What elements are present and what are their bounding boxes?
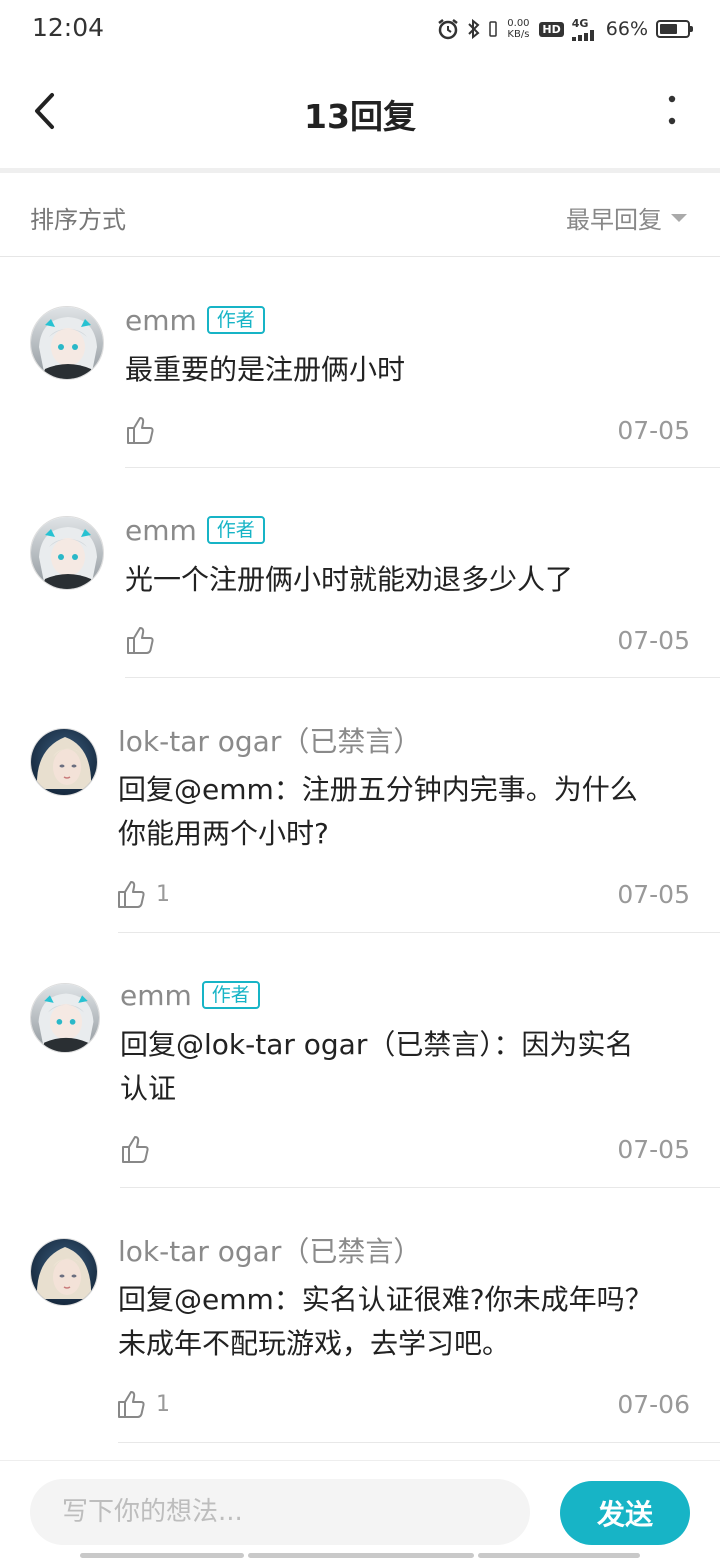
status-icons: 0.00 KB/s HD 4G 66% xyxy=(437,14,693,44)
username[interactable]: emm xyxy=(125,514,197,547)
more-options-button[interactable] xyxy=(662,90,682,130)
reply-body: lok-tar ogar（已禁言） 回复@emm：注册五分钟内完事。为什么 你能… xyxy=(118,720,690,856)
net-speed-value: 0.00 xyxy=(507,18,530,29)
app-header: 13回复 xyxy=(0,60,720,168)
reply-divider xyxy=(118,1442,720,1443)
reply-date: 07-05 xyxy=(617,415,690,445)
sort-dropdown[interactable]: 最早回复 xyxy=(566,200,688,235)
reply-text: 回复@emm：实名认证很难?你未成年吗？ 未成年不配玩游戏，去学习吧。 xyxy=(118,1278,690,1366)
reply-date: 07-06 xyxy=(617,1389,690,1419)
like-button[interactable] xyxy=(125,415,155,445)
reply-body: emm 作者 最重要的是注册俩小时 xyxy=(125,300,690,392)
status-time: 12:04 xyxy=(32,13,105,42)
reply-text-line: 回复@lok-tar ogar（已禁言）：因为实名 xyxy=(120,1028,634,1061)
more-vertical-icon xyxy=(668,95,676,125)
page-title: 13回复 xyxy=(304,97,416,136)
thumbs-up-icon xyxy=(122,1136,149,1163)
reply-date: 07-05 xyxy=(617,879,690,909)
sort-label: 排序方式 xyxy=(30,206,126,234)
thumbs-up-icon xyxy=(127,627,154,654)
reply-body: lok-tar ogar（已禁言） 回复@emm：实名认证很难?你未成年吗？ 未… xyxy=(118,1230,690,1366)
hd-icon: HD xyxy=(539,21,564,37)
reply-text: 回复@lok-tar ogar（已禁言）：因为实名 认证 xyxy=(120,1023,690,1111)
comment-composer: 发送 xyxy=(0,1460,720,1560)
caret-down-icon xyxy=(671,213,687,222)
reply-text-line: 认证 xyxy=(120,1072,177,1105)
like-count: 1 xyxy=(156,881,170,907)
signal-icon: 4G xyxy=(571,16,598,41)
reply-meta: 1 07-06 xyxy=(116,1384,690,1424)
send-button[interactable]: 发送 xyxy=(560,1481,690,1545)
sort-selected-value: 最早回复 xyxy=(566,206,662,234)
reply-meta: 1 07-05 xyxy=(116,874,690,914)
reply-text: 光一个注册俩小时就能劝退多少人了 xyxy=(125,563,574,596)
battery-percent: 66% xyxy=(605,18,648,40)
battery-icon xyxy=(656,20,693,38)
nav-gesture-bar xyxy=(478,1553,640,1558)
avatar[interactable] xyxy=(30,516,104,590)
alarm-icon xyxy=(438,19,459,40)
username[interactable]: lok-tar ogar（已禁言） xyxy=(118,1230,421,1270)
reply-body: emm 作者 光一个注册俩小时就能劝退多少人了 xyxy=(125,510,690,602)
username[interactable]: emm xyxy=(125,304,197,337)
reply-item: emm 作者 最重要的是注册俩小时 07-05 xyxy=(0,258,720,468)
nav-gesture-bar xyxy=(80,1553,244,1558)
like-button[interactable] xyxy=(125,625,155,655)
sort-bar: 排序方式 最早回复 xyxy=(0,173,720,257)
reply-body: emm 作者 回复@lok-tar ogar（已禁言）：因为实名 认证 xyxy=(120,975,690,1111)
comment-input[interactable] xyxy=(30,1479,530,1545)
bluetooth-icon xyxy=(468,18,480,40)
reply-text-line: 回复@emm：注册五分钟内完事。为什么 xyxy=(118,773,638,806)
net-speed-unit: KB/s xyxy=(507,29,530,40)
reply-text-line: 你能用两个小时? xyxy=(118,817,329,850)
reply-meta: 07-05 xyxy=(120,1129,690,1169)
author-badge: 作者 xyxy=(206,516,265,544)
thumbs-up-icon xyxy=(127,417,154,444)
reply-date: 07-05 xyxy=(617,625,690,655)
battery-level xyxy=(660,24,678,34)
reply-date: 07-05 xyxy=(617,1134,690,1164)
reply-header: lok-tar ogar（已禁言） xyxy=(118,720,690,760)
net-speed: 0.00 KB/s xyxy=(505,18,531,40)
reply-header: lok-tar ogar（已禁言） xyxy=(118,1230,690,1270)
username[interactable]: emm xyxy=(120,979,192,1012)
author-badge: 作者 xyxy=(201,981,260,1009)
reply-meta: 07-05 xyxy=(125,620,690,660)
avatar[interactable] xyxy=(30,306,104,380)
status-bar: 12:04 0.00 KB/s HD 4G 66% xyxy=(0,0,720,60)
username[interactable]: lok-tar ogar（已禁言） xyxy=(118,720,421,760)
like-button[interactable]: 1 xyxy=(116,879,170,909)
reply-text: 回复@emm：注册五分钟内完事。为什么 你能用两个小时? xyxy=(118,768,690,856)
like-count: 1 xyxy=(156,1391,170,1417)
nav-gesture-bar xyxy=(248,1553,474,1558)
phone-vibrate-icon xyxy=(489,21,498,37)
reply-header: emm 作者 xyxy=(120,975,690,1015)
avatar[interactable] xyxy=(30,983,100,1053)
avatar[interactable] xyxy=(30,1238,98,1306)
reply-item: lok-tar ogar（已禁言） 回复@emm：实名认证很难?你未成年吗？ 未… xyxy=(0,1188,720,1443)
author-badge: 作者 xyxy=(206,306,265,334)
reply-header: emm 作者 xyxy=(125,510,690,550)
reply-text-line: 未成年不配玩游戏，去学习吧。 xyxy=(118,1327,511,1360)
thumbs-up-icon xyxy=(118,881,145,908)
avatar[interactable] xyxy=(30,728,98,796)
reply-item: emm 作者 回复@lok-tar ogar（已禁言）：因为实名 认证 07-0… xyxy=(0,933,720,1188)
reply-item: lok-tar ogar（已禁言） 回复@emm：注册五分钟内完事。为什么 你能… xyxy=(0,678,720,933)
reply-text: 最重要的是注册俩小时 xyxy=(125,353,406,386)
network-type: 4G xyxy=(571,16,589,30)
reply-item: emm 作者 光一个注册俩小时就能劝退多少人了 07-05 xyxy=(0,468,720,678)
like-button[interactable] xyxy=(120,1134,150,1164)
reply-text-line: 回复@emm：实名认证很难?你未成年吗？ xyxy=(118,1283,653,1316)
like-button[interactable]: 1 xyxy=(116,1389,170,1419)
reply-header: emm 作者 xyxy=(125,300,690,340)
reply-meta: 07-05 xyxy=(125,410,690,450)
thumbs-up-icon xyxy=(118,1391,145,1418)
